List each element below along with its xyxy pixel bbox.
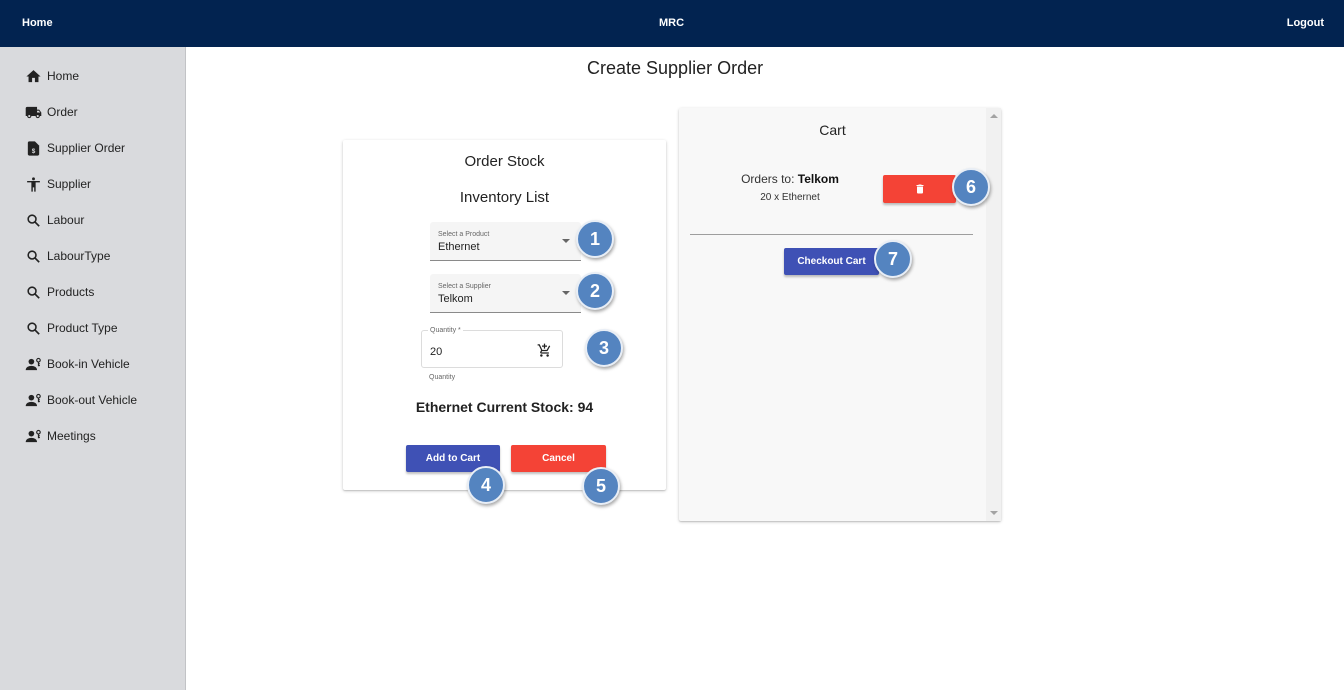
cart-supplier-name: Telkom [797, 172, 839, 186]
cart-divider [690, 234, 973, 235]
search-icon [27, 321, 40, 335]
truck-icon [25, 106, 42, 118]
product-select-label: Select a Product [438, 231, 490, 238]
supplier-select-label: Select a Supplier [438, 283, 491, 290]
scroll-down-icon[interactable] [990, 511, 998, 515]
cart-order-supplier: Orders to: Telkom [679, 172, 901, 186]
sidebar-item-home[interactable]: Home [25, 66, 79, 86]
annotation-marker: 5 [582, 467, 620, 505]
annotation-marker: 7 [874, 240, 912, 278]
add-shopping-cart-icon [537, 343, 551, 357]
scroll-up-icon[interactable] [990, 114, 998, 118]
order-stock-card: Order Stock Inventory List Select a Prod… [343, 140, 666, 490]
sidebar-item-label: Supplier [47, 177, 92, 191]
sidebar-item-products[interactable]: Products [25, 282, 94, 302]
product-select-value: Ethernet [438, 241, 480, 253]
dropdown-arrow-icon [562, 239, 570, 243]
search-icon [27, 285, 40, 299]
quantity-label: Quantity * [428, 327, 463, 334]
quantity-helper-text: Quantity [429, 374, 456, 381]
sidebar-item-label: Supplier Order [47, 141, 126, 155]
sidebar-item-supplier[interactable]: Supplier [25, 174, 91, 194]
cart-item-line: 20 x Ethernet [760, 192, 820, 203]
person-key-icon [25, 393, 41, 406]
sidebar-item-supplier-order[interactable]: $ Supplier Order [25, 138, 125, 158]
app-brand: MRC [659, 17, 685, 29]
cart-heading: Cart [819, 122, 846, 138]
sidebar-item-order[interactable]: Order [25, 102, 78, 122]
sidebar-item-labour[interactable]: Labour [25, 210, 84, 230]
sidebar-item-label: Order [47, 105, 78, 119]
dropdown-arrow-icon [562, 291, 570, 295]
order-stock-heading: Order Stock [464, 153, 545, 170]
orders-to-label: Orders to: [741, 172, 795, 186]
svg-text:$: $ [32, 147, 36, 154]
search-icon [27, 213, 40, 227]
person-key-icon [25, 357, 41, 370]
current-stock-text: Ethernet Current Stock: 94 [415, 399, 594, 415]
sidebar-item-label: Product Type [47, 321, 118, 335]
quantity-value: 20 [430, 346, 443, 358]
sidebar-item-labourtype[interactable]: LabourType [25, 246, 110, 266]
sidebar-item-label: LabourType [47, 249, 111, 263]
annotation-marker: 3 [585, 329, 623, 367]
sidebar-item-label: Home [47, 69, 80, 83]
sidebar-item-book-out-vehicle[interactable]: Book-out Vehicle [25, 390, 137, 410]
sidebar-item-label: Book-in Vehicle [47, 357, 130, 371]
delete-cart-item-button[interactable] [883, 175, 956, 203]
search-icon [27, 249, 40, 263]
checkout-cart-button[interactable]: Checkout Cart [784, 248, 879, 275]
invoice-icon: $ [27, 140, 40, 156]
logout-link[interactable]: Logout [1287, 17, 1324, 29]
supplier-select-value: Telkom [438, 293, 473, 305]
sidebar-item-product-type[interactable]: Product Type [25, 318, 118, 338]
sidebar-item-meetings[interactable]: Meetings [25, 426, 96, 446]
inventory-list-heading: Inventory List [459, 189, 550, 206]
person-key-icon [25, 429, 41, 442]
cart-scrollbar[interactable] [986, 108, 1001, 521]
annotation-marker: 1 [576, 220, 614, 258]
sidebar-item-label: Labour [47, 213, 85, 227]
page-title: Create Supplier Order [587, 58, 764, 78]
home-link[interactable]: Home [22, 17, 53, 29]
top-app-bar: Home MRC Logout [0, 0, 1344, 47]
annotation-marker: 2 [576, 272, 614, 310]
supplier-select[interactable]: Select a Supplier Telkom [430, 274, 581, 313]
trash-icon [916, 184, 923, 194]
annotation-marker: 6 [952, 168, 990, 206]
product-select[interactable]: Select a Product Ethernet [430, 222, 581, 261]
sidebar-item-label: Products [47, 285, 95, 299]
home-icon [26, 69, 41, 82]
sidebar-item-label: Book-out Vehicle [47, 393, 138, 407]
sidebar-item-label: Meetings [47, 429, 96, 443]
cart-card: Cart Orders to: Telkom 20 x Ethernet Che… [679, 108, 1001, 521]
person-icon [27, 176, 40, 192]
sidebar: Home Order $ Supplier Order Supplier Lab… [0, 47, 186, 690]
annotation-marker: 4 [467, 466, 505, 504]
quantity-field[interactable]: Quantity * 20 [421, 327, 563, 368]
sidebar-item-book-in-vehicle[interactable]: Book-in Vehicle [25, 354, 130, 374]
